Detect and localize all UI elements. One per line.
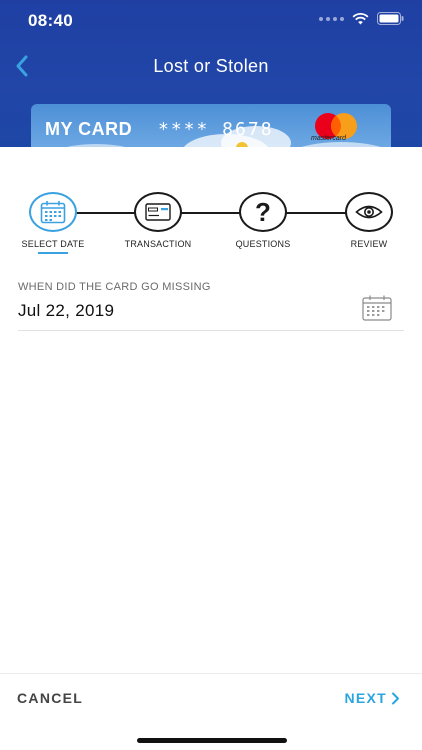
main-content: SELECT DATE TRANSACTION ? QUESTIONS REVI…: [0, 147, 422, 750]
calendar-icon[interactable]: [362, 295, 392, 321]
step-review[interactable]: [345, 192, 393, 232]
battery-icon: [377, 12, 404, 25]
step-questions[interactable]: ?: [239, 192, 287, 232]
step-label-review: REVIEW: [350, 239, 388, 249]
card-image: MY CARD **** 8678 mastercard: [31, 104, 391, 147]
progress-stepper: SELECT DATE TRANSACTION ? QUESTIONS REVI…: [0, 192, 422, 262]
status-time: 08:40: [28, 11, 73, 30]
nav-bar: Lost or Stolen: [0, 46, 422, 86]
home-indicator: [137, 738, 287, 743]
step-label-select-date: SELECT DATE: [21, 239, 85, 249]
missing-date-field[interactable]: WHEN DID THE CARD GO MISSING Jul 22, 201…: [18, 281, 404, 331]
eye-icon: [355, 205, 383, 219]
next-button-label: NEXT: [344, 690, 387, 706]
page-title: Lost or Stolen: [153, 56, 269, 76]
status-icons: [319, 12, 404, 25]
calendar-icon: [40, 201, 66, 224]
card-number: **** 8678: [158, 119, 274, 140]
missing-date-value[interactable]: Jul 22, 2019: [18, 301, 114, 321]
status-bar: 08:40: [0, 0, 422, 40]
bottom-action-bar: CANCEL NEXT: [0, 673, 422, 721]
card-network-label: mastercard: [311, 135, 347, 142]
question-icon: ?: [255, 197, 271, 227]
chevron-right-icon: [392, 692, 399, 704]
header: 08:40 Lost or Stolen MY CARD **** 8678 m…: [0, 0, 422, 147]
active-step-indicator: [38, 252, 68, 254]
card-name: MY CARD: [45, 119, 133, 139]
stepper-line: [76, 212, 370, 214]
wifi-icon: [352, 12, 369, 24]
step-label-transaction: TRANSACTION: [124, 239, 192, 249]
step-select-date[interactable]: [29, 192, 77, 232]
step-transaction[interactable]: [134, 192, 182, 232]
signal-icon: [319, 16, 344, 21]
credit-card-icon: [145, 203, 171, 221]
cancel-button[interactable]: CANCEL: [17, 690, 83, 706]
next-button[interactable]: NEXT: [344, 690, 400, 706]
missing-date-label: WHEN DID THE CARD GO MISSING: [18, 281, 211, 293]
step-label-questions: QUESTIONS: [235, 239, 291, 249]
